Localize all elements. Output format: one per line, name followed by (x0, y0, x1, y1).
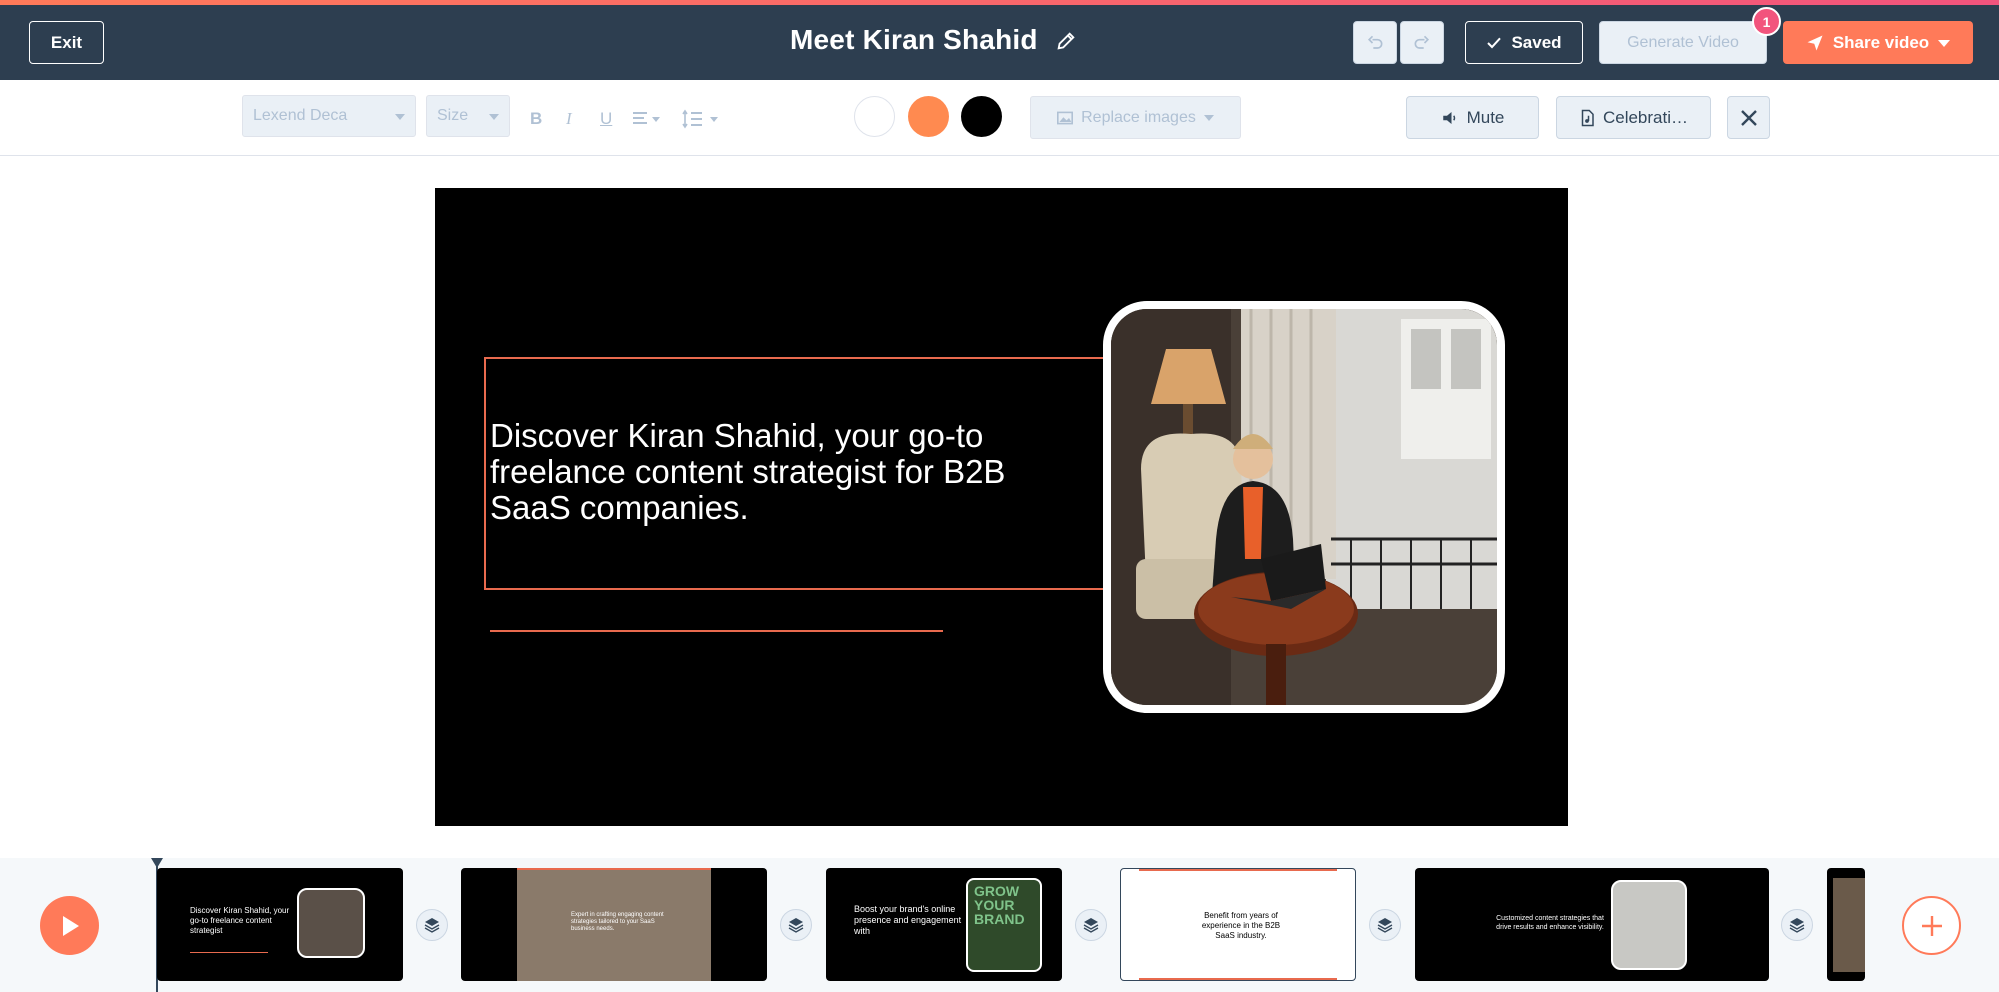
thumbnail-text: Customized content strategies that drive… (1496, 915, 1604, 931)
image-icon (1057, 111, 1074, 124)
transition-layer-button-1[interactable] (416, 909, 448, 941)
swatch-white[interactable] (854, 96, 895, 137)
size-select[interactable]: Size (426, 95, 510, 137)
top-accent-stripe (0, 0, 1999, 5)
slide-accent-line (490, 630, 943, 632)
layers-icon (1377, 918, 1393, 933)
speaker-icon (1442, 111, 1455, 124)
layers-icon (788, 918, 804, 933)
undo-icon (1367, 35, 1383, 49)
plus-icon (1921, 915, 1942, 936)
transition-layer-button-2[interactable] (780, 909, 812, 941)
thumbnail-photo (1833, 878, 1865, 972)
saved-button[interactable]: Saved (1465, 21, 1583, 64)
mute-button[interactable]: Mute (1406, 96, 1539, 139)
align-button[interactable] (632, 108, 662, 130)
saved-label: Saved (1511, 32, 1562, 52)
timeline-thumbnail-2[interactable]: Expert in crafting engaging content stra… (461, 868, 767, 981)
line-spacing-icon (682, 109, 718, 129)
share-label: Share video (1832, 32, 1930, 52)
add-scene-button[interactable] (1902, 896, 1961, 955)
replace-images-button[interactable]: Replace images (1030, 96, 1241, 139)
exit-button[interactable]: Exit (29, 21, 104, 64)
mute-label: Mute (1466, 107, 1505, 127)
undo-button[interactable] (1353, 21, 1397, 64)
page-title: Meet Kiran Shahid (790, 24, 1038, 55)
redo-button[interactable] (1400, 21, 1444, 64)
line-spacing-button[interactable] (682, 108, 724, 130)
chevron-down-icon (489, 114, 499, 120)
paper-plane-icon (1807, 35, 1823, 50)
thumbnail-text: Discover Kiran Shahid, your go-to freela… (190, 906, 290, 935)
thumbnail-accent-line (190, 952, 268, 953)
thumbnail-photo-text: GROW YOUR BRAND (974, 883, 1025, 927)
share-video-button[interactable]: Share video (1783, 21, 1973, 64)
check-icon (1487, 37, 1502, 48)
close-toolbar-button[interactable] (1727, 96, 1770, 139)
notification-badge: 1 (1752, 7, 1781, 36)
chevron-down-icon (1938, 39, 1951, 47)
thumbnail-accent-line (1139, 978, 1337, 980)
timeline-thumbnail-1[interactable]: Discover Kiran Shahid, your go-to freela… (157, 868, 403, 981)
font-select[interactable]: Lexend Deca (242, 95, 416, 137)
close-icon (1740, 109, 1757, 126)
photo-illustration (1111, 309, 1497, 705)
transition-layer-button-5[interactable] (1781, 909, 1813, 941)
timeline-thumbnail-5[interactable]: Customized content strategies that drive… (1415, 868, 1769, 981)
slide-headline[interactable]: Discover Kiran Shahid, your go-to freela… (490, 418, 1090, 526)
video-editor: Exit Meet Kiran Shahid Saved Generate Vi… (0, 0, 1999, 992)
playhead-handle[interactable] (151, 858, 163, 868)
layers-icon (1083, 918, 1099, 933)
thumbnail-accent-line (517, 868, 711, 870)
thumbnail-text: Boost your brand's online presence and e… (854, 904, 962, 936)
timeline-thumbnail-6[interactable] (1827, 868, 1865, 981)
transition-layer-button-3[interactable] (1075, 909, 1107, 941)
italic-button[interactable]: I (566, 108, 572, 130)
generate-video-button[interactable]: Generate Video (1599, 21, 1767, 64)
play-icon (62, 915, 79, 936)
transition-layer-button-4[interactable] (1369, 909, 1401, 941)
thumbnail-accent-line (1139, 869, 1337, 871)
layers-icon (424, 918, 440, 933)
replace-images-label: Replace images (1081, 108, 1196, 126)
underline-button[interactable]: U (600, 108, 612, 130)
chevron-down-icon (1203, 114, 1214, 121)
music-track-button[interactable]: Celebrati… (1556, 96, 1711, 139)
thumbnail-text: Benefit from years of experience in the … (1201, 911, 1281, 940)
font-select-value: Lexend Deca (253, 107, 348, 124)
swatch-orange[interactable] (908, 96, 949, 137)
timeline-thumbnail-3[interactable]: Boost your brand's online presence and e… (826, 868, 1062, 981)
thumbnail-photo (297, 888, 365, 958)
bold-button[interactable]: B (530, 108, 542, 130)
music-file-icon (1581, 109, 1594, 126)
timeline: Discover Kiran Shahid, your go-to freela… (0, 858, 1999, 992)
swatch-black[interactable] (961, 96, 1002, 137)
play-button[interactable] (40, 896, 99, 955)
chevron-down-icon (395, 114, 405, 120)
timeline-thumbnail-4[interactable]: Benefit from years of experience in the … (1120, 868, 1356, 981)
thumbnail-text: Expert in crafting engaging content stra… (571, 912, 664, 932)
top-bar: Exit Meet Kiran Shahid Saved Generate Vi… (0, 0, 1999, 80)
pencil-icon[interactable] (1055, 30, 1077, 52)
size-select-value: Size (437, 107, 469, 124)
layers-icon (1789, 918, 1805, 933)
slide-canvas[interactable]: Discover Kiran Shahid, your go-to freela… (435, 188, 1568, 826)
slide-photo[interactable] (1103, 301, 1505, 713)
align-left-icon (633, 112, 660, 124)
thumbnail-photo: GROW YOUR BRAND (966, 878, 1042, 972)
music-track-label: Celebrati… (1602, 107, 1689, 127)
thumbnail-photo (1611, 880, 1687, 970)
redo-icon (1414, 35, 1430, 49)
